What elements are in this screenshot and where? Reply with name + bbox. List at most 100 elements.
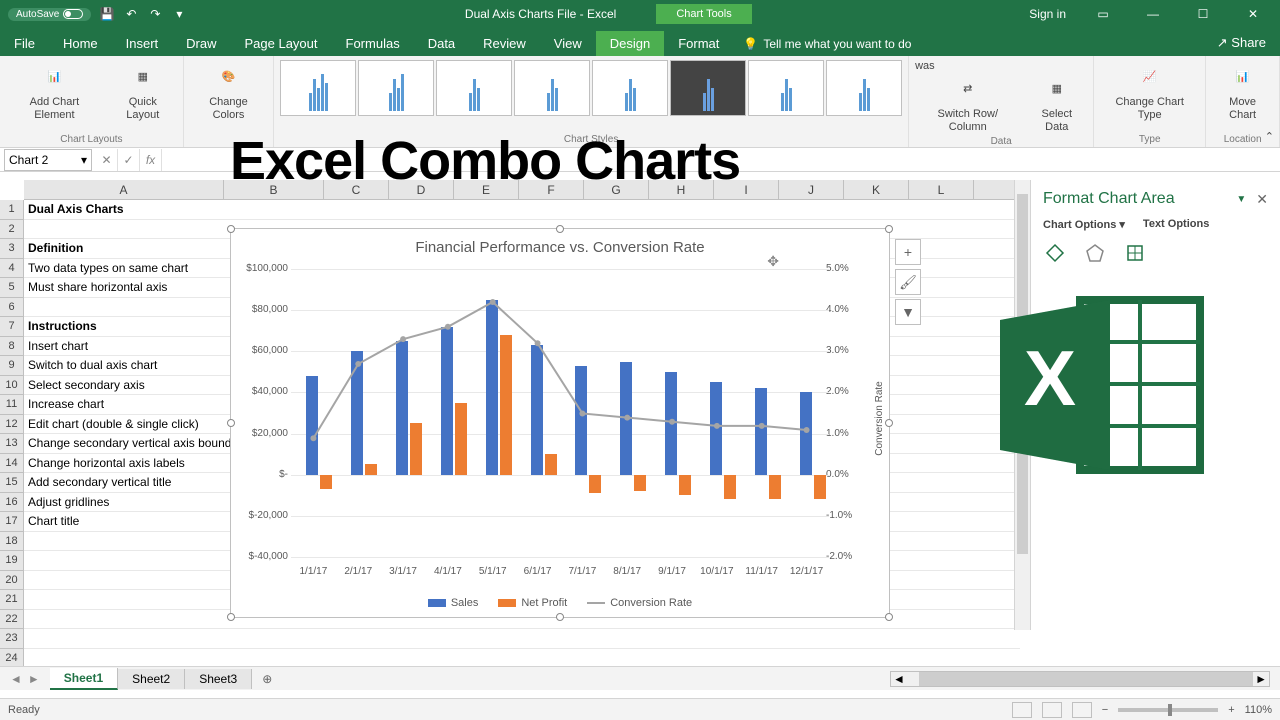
secondary-axis-title[interactable]: Conversion Rate bbox=[874, 381, 885, 455]
maximize-icon[interactable]: ☐ bbox=[1180, 0, 1226, 28]
chart-title[interactable]: Financial Performance vs. Conversion Rat… bbox=[231, 229, 889, 260]
resize-handle-nw[interactable] bbox=[227, 225, 235, 233]
chart-options-tab[interactable]: Chart Options ▾ bbox=[1043, 218, 1125, 231]
row-header-22[interactable]: 22 bbox=[0, 610, 24, 630]
row-header-1[interactable]: 1 bbox=[0, 200, 24, 220]
redo-icon[interactable]: ↷ bbox=[147, 6, 163, 22]
legend-conversion[interactable]: Conversion Rate bbox=[587, 597, 692, 609]
tab-format[interactable]: Format bbox=[664, 31, 733, 56]
sheet-tab-1[interactable]: Sheet1 bbox=[50, 668, 118, 690]
row-header-9[interactable]: 9 bbox=[0, 356, 24, 376]
cancel-formula-icon[interactable]: ✕ bbox=[96, 149, 118, 171]
row-header-7[interactable]: 7 bbox=[0, 317, 24, 337]
scroll-left-icon[interactable]: ◄ bbox=[891, 672, 907, 686]
select-data-button[interactable]: ▦ Select Data bbox=[1026, 72, 1087, 136]
row-header-13[interactable]: 13 bbox=[0, 434, 24, 454]
resize-handle-e[interactable] bbox=[885, 419, 893, 427]
move-chart-button[interactable]: 📊 Move Chart bbox=[1212, 60, 1273, 124]
primary-y-axis[interactable]: $100,000$80,000$60,000$40,000$20,000$-$-… bbox=[233, 269, 288, 557]
zoom-out-icon[interactable]: − bbox=[1102, 704, 1108, 716]
fill-line-icon[interactable] bbox=[1043, 241, 1067, 265]
save-icon[interactable]: 💾 bbox=[99, 6, 115, 22]
size-properties-icon[interactable] bbox=[1123, 241, 1147, 265]
tab-home[interactable]: Home bbox=[49, 31, 112, 56]
row-header-6[interactable]: 6 bbox=[0, 298, 24, 318]
row-header-12[interactable]: 12 bbox=[0, 415, 24, 435]
chart-style-7[interactable] bbox=[748, 60, 824, 116]
row-header-15[interactable]: 15 bbox=[0, 473, 24, 493]
switch-row-column-button[interactable]: ⇄ Switch Row/ Column bbox=[915, 72, 1020, 136]
row-header-14[interactable]: 14 bbox=[0, 454, 24, 474]
chart-legend[interactable]: Sales Net Profit Conversion Rate bbox=[231, 597, 889, 609]
horizontal-scroll-thumb[interactable] bbox=[919, 672, 1253, 686]
tab-page-layout[interactable]: Page Layout bbox=[231, 31, 332, 56]
chart-filters-button[interactable]: ▼ bbox=[895, 299, 921, 325]
row-header-5[interactable]: 5 bbox=[0, 278, 24, 298]
enter-formula-icon[interactable]: ✓ bbox=[118, 149, 140, 171]
tell-me-search[interactable]: 💡 Tell me what you want to do bbox=[733, 32, 921, 56]
chart-style-1[interactable] bbox=[280, 60, 356, 116]
row-header-4[interactable]: 4 bbox=[0, 259, 24, 279]
chart-plot-area[interactable]: $100,000$80,000$60,000$40,000$20,000$-$-… bbox=[291, 269, 829, 557]
name-box[interactable]: Chart 2 ▾ bbox=[4, 149, 92, 171]
cell-a1[interactable]: Dual Axis Charts bbox=[24, 200, 1020, 220]
tab-data[interactable]: Data bbox=[414, 31, 469, 56]
change-colors-button[interactable]: 🎨 Change Colors bbox=[190, 60, 267, 124]
column-header-k[interactable]: K bbox=[844, 180, 909, 199]
row-header-17[interactable]: 17 bbox=[0, 512, 24, 532]
tab-file[interactable]: File bbox=[0, 31, 49, 56]
sheet-nav-prev-icon[interactable]: ◄ bbox=[10, 672, 22, 686]
chart-styles-gallery[interactable] bbox=[280, 60, 902, 134]
row-header-21[interactable]: 21 bbox=[0, 590, 24, 610]
share-button[interactable]: ↗ Share bbox=[1203, 30, 1280, 56]
sheet-nav-next-icon[interactable]: ► bbox=[28, 672, 40, 686]
column-header-c[interactable]: C bbox=[324, 180, 389, 199]
secondary-y-axis[interactable]: 5.0%4.0%3.0%2.0%1.0%0.0%-1.0%-2.0% bbox=[826, 269, 881, 557]
undo-icon[interactable]: ↶ bbox=[123, 6, 139, 22]
column-header-g[interactable]: G bbox=[584, 180, 649, 199]
scroll-right-icon[interactable]: ► bbox=[1253, 672, 1269, 686]
row-header-3[interactable]: 3 bbox=[0, 239, 24, 259]
column-header-a[interactable]: A bbox=[24, 180, 224, 199]
horizontal-scrollbar[interactable]: ◄ ► bbox=[890, 671, 1270, 687]
chart-style-6[interactable] bbox=[670, 60, 746, 116]
collapse-ribbon-icon[interactable]: ⌃ bbox=[1265, 130, 1274, 143]
embedded-chart[interactable]: Financial Performance vs. Conversion Rat… bbox=[230, 228, 890, 618]
quick-layout-button[interactable]: ▦ Quick Layout bbox=[109, 60, 177, 124]
row-header-18[interactable]: 18 bbox=[0, 532, 24, 552]
chart-styles-button[interactable]: 🖌 bbox=[895, 269, 921, 295]
row-header-11[interactable]: 11 bbox=[0, 395, 24, 415]
row-header-16[interactable]: 16 bbox=[0, 493, 24, 513]
name-box-dropdown-icon[interactable]: ▾ bbox=[81, 153, 87, 167]
tab-view[interactable]: View bbox=[540, 31, 596, 56]
column-header-d[interactable]: D bbox=[389, 180, 454, 199]
chart-style-8[interactable] bbox=[826, 60, 902, 116]
zoom-in-icon[interactable]: + bbox=[1228, 704, 1234, 716]
column-header-e[interactable]: E bbox=[454, 180, 519, 199]
row-header-20[interactable]: 20 bbox=[0, 571, 24, 591]
x-axis[interactable]: 1/1/172/1/173/1/174/1/175/1/176/1/177/1/… bbox=[291, 566, 829, 577]
column-header-l[interactable]: L bbox=[909, 180, 974, 199]
add-chart-element-button[interactable]: 📊 Add Chart Element bbox=[6, 60, 103, 124]
row-header-10[interactable]: 10 bbox=[0, 376, 24, 396]
add-sheet-button[interactable]: ⊕ bbox=[252, 672, 282, 686]
insert-function-icon[interactable]: fx bbox=[140, 149, 162, 171]
legend-sales[interactable]: Sales bbox=[428, 597, 479, 609]
change-chart-type-button[interactable]: 📈 Change Chart Type bbox=[1100, 60, 1199, 124]
page-break-view-icon[interactable] bbox=[1072, 702, 1092, 718]
tab-review[interactable]: Review bbox=[469, 31, 540, 56]
row-header-8[interactable]: 8 bbox=[0, 337, 24, 357]
page-layout-view-icon[interactable] bbox=[1042, 702, 1062, 718]
column-header-h[interactable]: H bbox=[649, 180, 714, 199]
row-header-19[interactable]: 19 bbox=[0, 551, 24, 571]
tab-formulas[interactable]: Formulas bbox=[332, 31, 414, 56]
normal-view-icon[interactable] bbox=[1012, 702, 1032, 718]
zoom-slider[interactable] bbox=[1118, 708, 1218, 712]
column-header-i[interactable]: I bbox=[714, 180, 779, 199]
resize-handle-se[interactable] bbox=[885, 613, 893, 621]
chart-style-3[interactable] bbox=[436, 60, 512, 116]
format-pane-close-icon[interactable]: ✕ bbox=[1256, 191, 1268, 208]
tab-draw[interactable]: Draw bbox=[172, 31, 230, 56]
chart-style-4[interactable] bbox=[514, 60, 590, 116]
column-header-f[interactable]: F bbox=[519, 180, 584, 199]
